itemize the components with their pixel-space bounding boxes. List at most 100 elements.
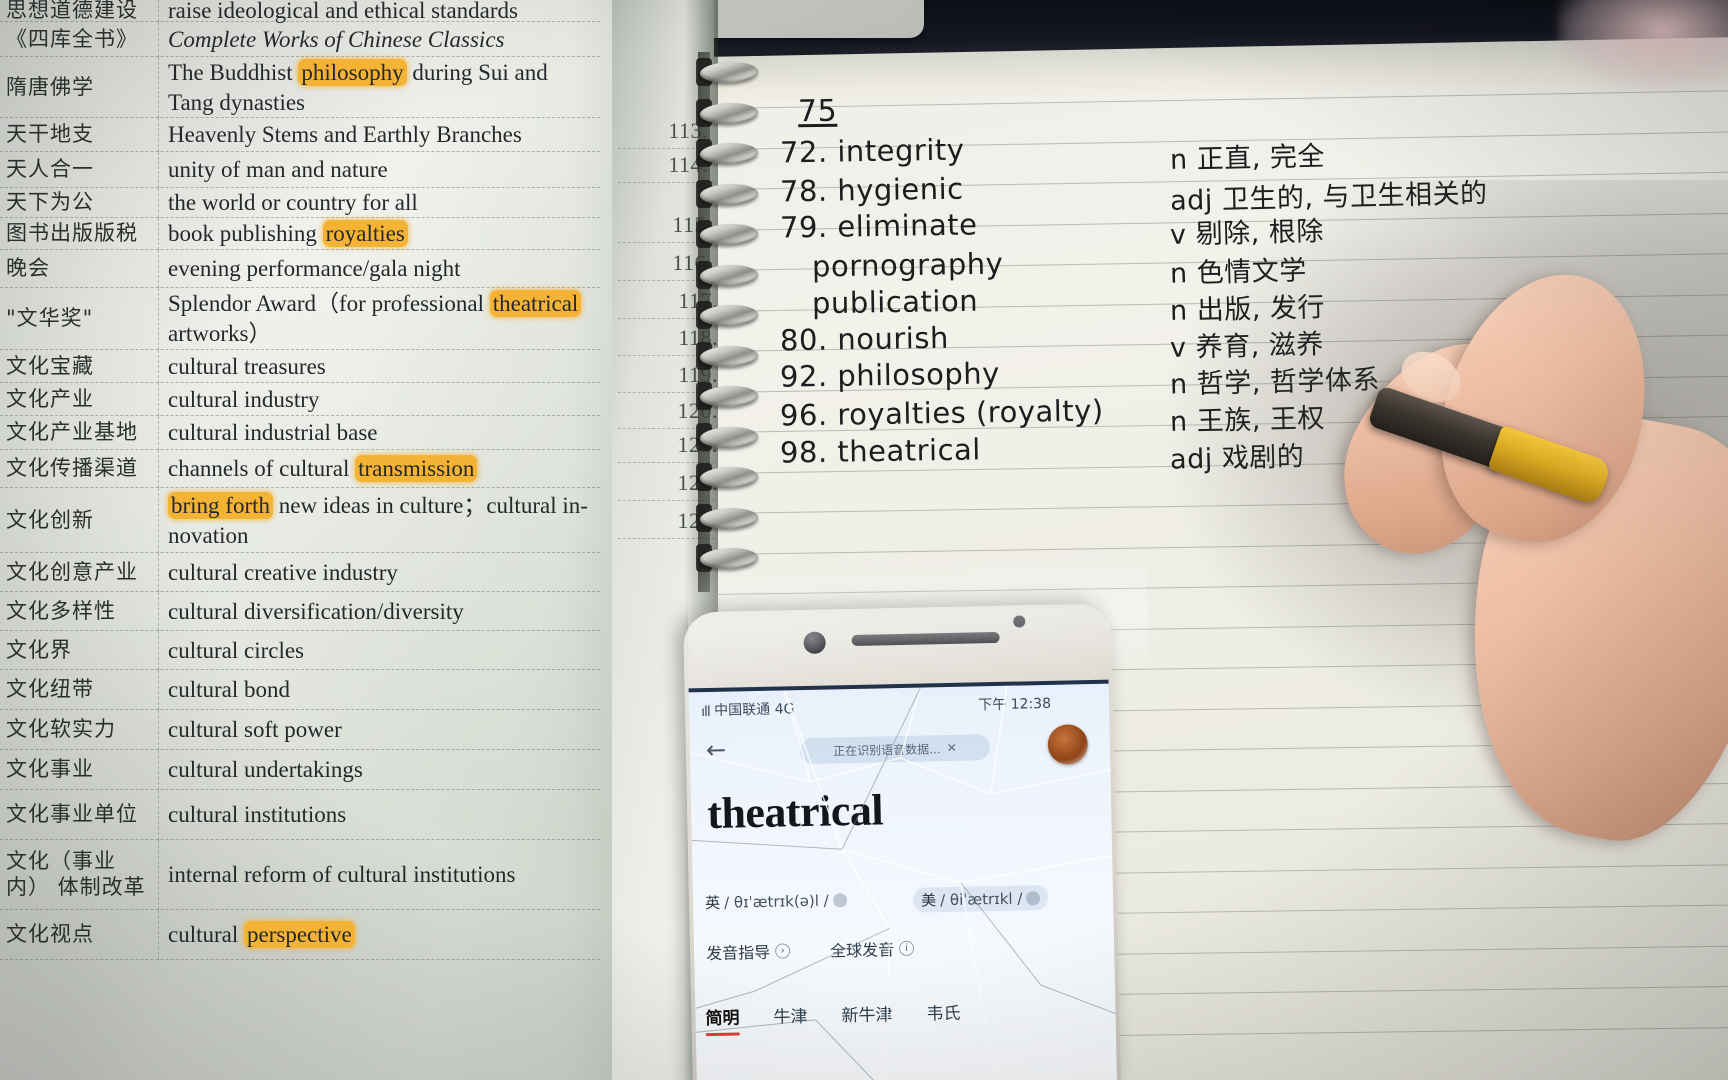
note-entry-pos: n <box>1169 258 1189 290</box>
note-entry-pos: n <box>1169 295 1189 327</box>
pronunciation-links: 发音指导 › 全球发音 i <box>706 936 915 964</box>
spiral-coil <box>694 503 762 534</box>
dictionary-term-chinese: 文化创意产业 <box>6 559 138 584</box>
note-entry-definition: v 剔除, 根除 <box>1170 209 1325 252</box>
dictionary-term-english: cultural perspective <box>158 920 600 950</box>
note-entry-definition: n 色情文学 <box>1170 248 1308 290</box>
speaker-icon-us[interactable] <box>1026 890 1041 905</box>
dictionary-term-english: cultural treasures <box>168 353 326 379</box>
dictionary-row: 晚会 evening performance/gala night <box>0 250 600 288</box>
dictionary-term-english: channels of cultural transmission <box>158 454 600 484</box>
global-pronunciation-label: 全球发音 <box>829 940 895 961</box>
column-divider <box>158 188 159 218</box>
dictionary-row: 文化产业 cultural industry <box>0 383 600 416</box>
dictionary-tab-3[interactable]: 韦氏 <box>926 999 961 1032</box>
dictionary-term-chinese: 文化软实力 <box>6 717 116 742</box>
dictionary-row: 文化创意产业 cultural creative industry <box>0 553 600 592</box>
dictionary-term-english: evening performance/gala night <box>168 256 461 282</box>
dictionary-row: 文化事业 cultural undertakings <box>0 750 600 790</box>
dictionary-term-english: The Buddhist philosophy during Sui and T… <box>158 58 600 118</box>
note-entry-chinese: 戏剧的 <box>1221 441 1305 475</box>
dictionary-tab-1[interactable]: 牛津 <box>773 1002 808 1035</box>
status-carrier: ıll 中国联通 4G <box>701 698 795 720</box>
note-entry-definition: n 哲学, 哲学体系 <box>1170 357 1381 401</box>
spiral-coil <box>694 301 762 331</box>
note-entry-english: pornography <box>811 246 1004 284</box>
column-divider <box>158 383 159 416</box>
column-divider <box>158 553 159 592</box>
note-entry-number: 78. <box>779 173 828 209</box>
dictionary-term-chinese: 文化事业 <box>6 757 94 782</box>
column-divider <box>158 450 159 488</box>
blurred-pink-object <box>1558 0 1728 90</box>
column-divider <box>158 790 159 840</box>
note-entry-chinese: 正直, 完全 <box>1196 141 1326 176</box>
dictionary-term-chinese: 天干地支 <box>6 122 94 147</box>
dictionary-term-chinese: 文化纽带 <box>6 677 94 702</box>
ruled-line <box>715 538 1728 555</box>
note-page-title: 75 <box>797 93 838 130</box>
note-entry-number: 96. <box>779 397 828 433</box>
global-pronunciation-link[interactable]: 全球发音 i <box>829 936 915 962</box>
note-entry-chinese: 色情文学 <box>1196 255 1308 290</box>
dictionary-tab-2[interactable]: 新牛津 <box>841 1000 893 1033</box>
english-text-post: artworks） <box>168 321 272 346</box>
note-entry-chinese: 哲学, 哲学体系 <box>1196 364 1381 400</box>
column-divider <box>158 350 159 383</box>
dictionary-source-tabs[interactable]: 简明 牛津 新牛津 韦氏 <box>705 999 961 1036</box>
note-entry-pos: v <box>1169 219 1187 251</box>
back-arrow-icon[interactable]: ← <box>706 736 727 764</box>
english-text-pre: The Buddhist <box>168 59 299 85</box>
dictionary-row: 文化纽带 cultural bond <box>0 670 600 710</box>
dictionary-row: 文化界 cultural circles <box>0 631 600 670</box>
dictionary-term-english: cultural diversification/diversity <box>168 598 464 624</box>
network-type: 4G <box>774 701 795 718</box>
phone-screen[interactable]: ıll 中国联通 4G 下午 12:38 ← 正在识别语音数据... ✕ the… <box>688 679 1117 1080</box>
pronunciation-guide-link[interactable]: 发音指导 › <box>706 938 791 964</box>
dictionary-term-english: cultural soft power <box>168 717 342 743</box>
dictionary-term-chinese: 隋唐佛学 <box>6 74 94 99</box>
phonetic-us[interactable]: 美 / θiˈætrɪkl / <box>912 884 1049 913</box>
dictionary-term-chinese: 文化界 <box>6 637 72 662</box>
dictionary-term-chinese: 文化产业基地 <box>6 420 138 445</box>
binding-ring <box>697 548 761 569</box>
column-divider <box>158 840 159 910</box>
note-entry-word: 92. philosophy <box>780 356 1000 393</box>
dictionary-term-english: cultural industry <box>168 386 320 412</box>
dictionary-tab-0[interactable]: 简明 <box>705 1003 740 1036</box>
close-icon[interactable]: ✕ <box>946 741 956 755</box>
smartphone[interactable]: ıll 中国联通 4G 下午 12:38 ← 正在识别语音数据... ✕ the… <box>683 603 1121 1080</box>
note-entry-definition: n 出版, 发行 <box>1170 285 1326 328</box>
dictionary-term-english: cultural bond <box>168 677 290 703</box>
dictionary-term-chinese: 文化多样性 <box>6 598 116 623</box>
avatar[interactable] <box>1047 724 1089 765</box>
dictionary-row: 天下为公 the world or country for all <box>0 188 600 218</box>
row-separator <box>0 959 600 960</box>
phonetic-us-label: 美 <box>920 891 937 910</box>
phonetic-uk[interactable]: 英 / θɪˈætrɪk(ə)l / <box>705 889 847 913</box>
dictionary-row: 天干地支 Heavenly Stems and Earthly Branches <box>0 118 600 152</box>
note-entry-english: nourish <box>837 320 950 357</box>
dictionary-row: 文化创新 bring forth new ideas in culture；cul… <box>0 488 600 553</box>
spiral-coil <box>694 463 762 493</box>
dictionary-term-english: unity of man and nature <box>168 157 388 183</box>
dictionary-term-english: Complete Works of Chinese Classics <box>168 26 505 52</box>
column-divider <box>158 0 159 22</box>
spiral-coil <box>694 220 762 250</box>
speaker-icon-uk[interactable] <box>832 892 847 907</box>
voice-search-bar[interactable]: 正在识别语音数据... ✕ <box>799 734 991 765</box>
dictionary-row: 图书出版版税 book publishing royalties <box>0 218 600 250</box>
spiral-binding <box>694 58 772 578</box>
note-entry-english: theatrical <box>837 432 982 469</box>
dictionary-term-english: Heavenly Stems and Earthly Branches <box>168 122 522 148</box>
column-divider <box>158 22 159 57</box>
carrier-name: 中国联通 <box>714 701 771 719</box>
dictionary-row: 《四库全书》 Complete Works of Chinese Classics <box>0 22 600 57</box>
dictionary-term-english: internal reform of cultural institutions <box>168 862 516 888</box>
dictionary-term-chinese: 文化传播渠道 <box>6 456 138 481</box>
dictionary-term-english: book publishing royalties <box>158 219 600 249</box>
dictionary-term-chinese: 文化宝藏 <box>6 353 94 378</box>
note-entry-word: 78. hygienic <box>780 172 964 209</box>
highlighted-word: royalties <box>322 220 408 248</box>
column-divider <box>158 250 159 288</box>
